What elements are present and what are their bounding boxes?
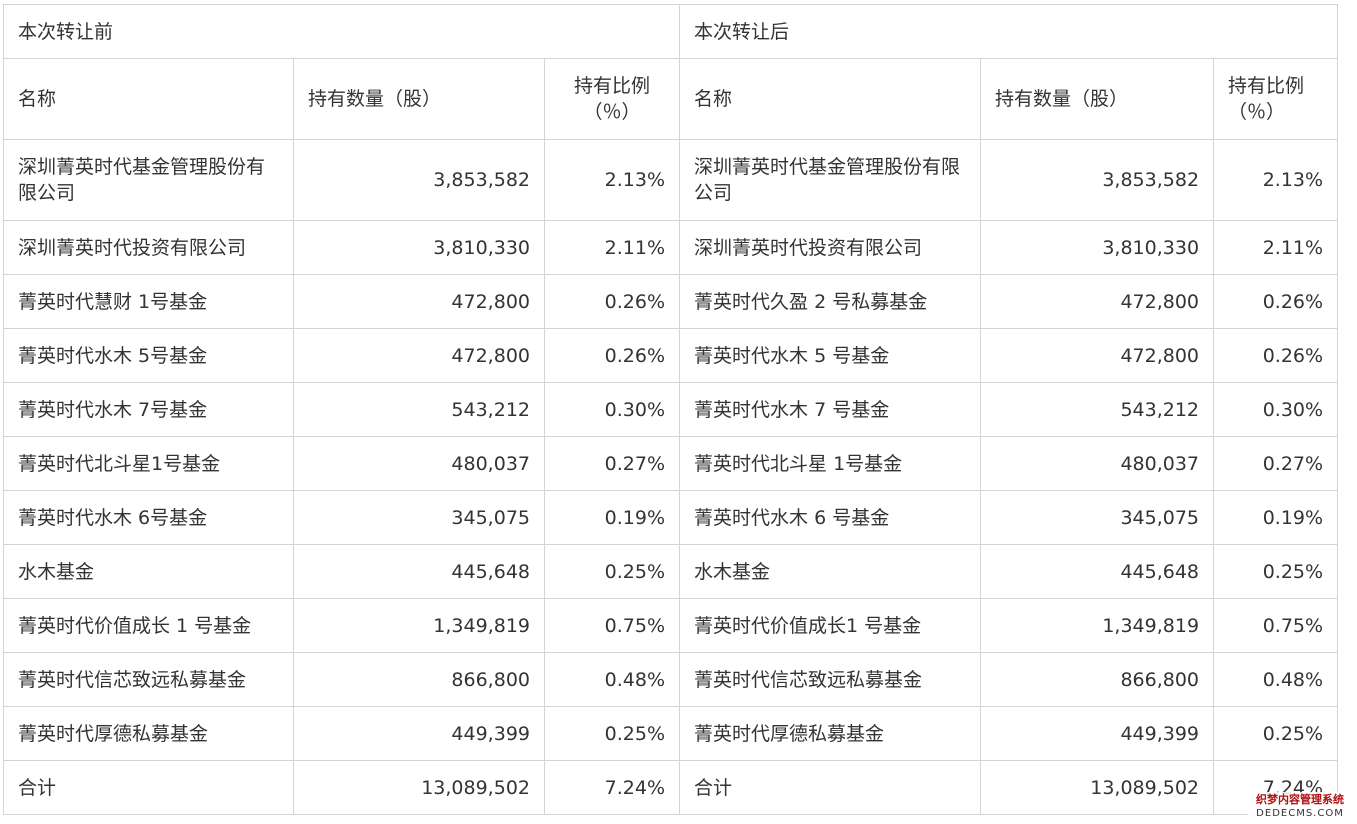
name-after-cell: 菁英时代久盈 2 号私募基金 bbox=[679, 274, 982, 329]
name-after-cell: 菁英时代水木 5 号基金 bbox=[679, 328, 982, 383]
ratio-after-cell: 0.27% bbox=[1213, 436, 1339, 491]
header-quantity-before: 持有数量（股） bbox=[293, 58, 545, 140]
quantity-before-cell: 1,349,819 bbox=[293, 598, 545, 653]
quantity-after-cell: 480,037 bbox=[980, 436, 1215, 491]
quantity-before-cell: 345,075 bbox=[293, 490, 545, 545]
quantity-before-cell: 449,399 bbox=[293, 706, 545, 761]
ratio-after-cell: 0.25% bbox=[1213, 706, 1339, 761]
ratio-after-cell: 0.25% bbox=[1213, 544, 1339, 599]
table-row: 水木基金 445,648 0.25% 水木基金 445,648 0.25% bbox=[3, 544, 1339, 599]
ratio-before-cell: 0.27% bbox=[543, 436, 681, 491]
quantity-after-cell: 472,800 bbox=[980, 328, 1215, 383]
table-row: 菁英时代厚德私募基金 449,399 0.25% 菁英时代厚德私募基金 449,… bbox=[3, 706, 1339, 761]
quantity-before-cell: 472,800 bbox=[293, 328, 545, 383]
group-before-header: 本次转让前 bbox=[2, 4, 681, 59]
quantity-before-cell: 480,037 bbox=[293, 436, 545, 491]
quantity-before-cell: 445,648 bbox=[293, 544, 545, 599]
table-row: 深圳菁英时代投资有限公司 3,810,330 2.11% 深圳菁英时代投资有限公… bbox=[3, 220, 1339, 275]
name-after-cell: 菁英时代北斗星 1号基金 bbox=[679, 436, 982, 491]
column-header-row: 名称 持有数量（股） 持有比例（％） 名称 持有数量（股） 持有比例（％） bbox=[3, 58, 1339, 140]
name-after-cell: 菁英时代价值成长1 号基金 bbox=[679, 598, 982, 653]
name-before-cell: 菁英时代价值成长 1 号基金 bbox=[3, 598, 294, 653]
table-row: 菁英时代价值成长 1 号基金 1,349,819 0.75% 菁英时代价值成长1… bbox=[3, 598, 1339, 653]
ratio-after-cell: 0.26% bbox=[1213, 274, 1339, 329]
quantity-after-cell: 543,212 bbox=[980, 382, 1215, 437]
ratio-after-cell: 0.75% bbox=[1213, 598, 1339, 653]
name-before-cell: 水木基金 bbox=[3, 544, 294, 599]
name-after-cell: 菁英时代水木 6 号基金 bbox=[679, 490, 982, 545]
name-after-cell: 深圳菁英时代基金管理股份有限公司 bbox=[679, 139, 982, 221]
header-name-before: 名称 bbox=[3, 58, 294, 140]
shareholding-table: 本次转让前 本次转让后 名称 持有数量（股） 持有比例（％） 名称 持有数量（股… bbox=[2, 4, 1339, 815]
table-row: 菁英时代慧财 1号基金 472,800 0.26% 菁英时代久盈 2 号私募基金… bbox=[3, 274, 1339, 329]
total-quantity-after: 13,089,502 bbox=[980, 760, 1215, 815]
table-row: 菁英时代北斗星1号基金 480,037 0.27% 菁英时代北斗星 1号基金 4… bbox=[3, 436, 1339, 491]
ratio-before-cell: 0.25% bbox=[543, 706, 681, 761]
name-after-cell: 菁英时代水木 7 号基金 bbox=[679, 382, 982, 437]
header-ratio-after: 持有比例（％） bbox=[1213, 58, 1339, 140]
ratio-before-cell: 0.26% bbox=[543, 328, 681, 383]
site-watermark: 织梦内容管理系统 DEDECMS.COM bbox=[1248, 792, 1352, 822]
ratio-before-cell: 2.13% bbox=[543, 139, 681, 221]
table-row: 深圳菁英时代基金管理股份有限公司 3,853,582 2.13% 深圳菁英时代基… bbox=[3, 139, 1339, 221]
quantity-after-cell: 866,800 bbox=[980, 652, 1215, 707]
ratio-after-cell: 0.26% bbox=[1213, 328, 1339, 383]
quantity-after-cell: 3,810,330 bbox=[980, 220, 1215, 275]
total-label-before: 合计 bbox=[3, 760, 294, 815]
watermark-en-text: DEDECMS.COM bbox=[1256, 808, 1344, 819]
quantity-after-cell: 345,075 bbox=[980, 490, 1215, 545]
table-row: 菁英时代水木 7号基金 543,212 0.30% 菁英时代水木 7 号基金 5… bbox=[3, 382, 1339, 437]
quantity-before-cell: 866,800 bbox=[293, 652, 545, 707]
ratio-after-cell: 0.48% bbox=[1213, 652, 1339, 707]
quantity-after-cell: 472,800 bbox=[980, 274, 1215, 329]
quantity-after-cell: 1,349,819 bbox=[980, 598, 1215, 653]
ratio-before-cell: 0.19% bbox=[543, 490, 681, 545]
quantity-before-cell: 3,810,330 bbox=[293, 220, 545, 275]
watermark-cn-text: 织梦内容管理系统 bbox=[1256, 793, 1344, 806]
ratio-after-cell: 2.11% bbox=[1213, 220, 1339, 275]
name-before-cell: 菁英时代信芯致远私募基金 bbox=[3, 652, 294, 707]
name-before-cell: 菁英时代水木 7号基金 bbox=[3, 382, 294, 437]
quantity-after-cell: 445,648 bbox=[980, 544, 1215, 599]
ratio-before-cell: 2.11% bbox=[543, 220, 681, 275]
ratio-before-cell: 0.48% bbox=[543, 652, 681, 707]
group-after-header: 本次转让后 bbox=[679, 4, 1339, 59]
name-before-cell: 深圳菁英时代基金管理股份有限公司 bbox=[3, 139, 294, 221]
name-after-cell: 菁英时代信芯致远私募基金 bbox=[679, 652, 982, 707]
ratio-before-cell: 0.25% bbox=[543, 544, 681, 599]
name-before-cell: 菁英时代厚德私募基金 bbox=[3, 706, 294, 761]
name-before-cell: 深圳菁英时代投资有限公司 bbox=[3, 220, 294, 275]
ratio-after-cell: 0.19% bbox=[1213, 490, 1339, 545]
header-quantity-after: 持有数量（股） bbox=[980, 58, 1215, 140]
header-name-after: 名称 bbox=[679, 58, 982, 140]
ratio-after-cell: 2.13% bbox=[1213, 139, 1339, 221]
quantity-after-cell: 449,399 bbox=[980, 706, 1215, 761]
header-ratio-before: 持有比例（％） bbox=[543, 58, 681, 140]
ratio-before-cell: 0.26% bbox=[543, 274, 681, 329]
table-body: 本次转让前 本次转让后 名称 持有数量（股） 持有比例（％） 名称 持有数量（股… bbox=[2, 4, 1339, 815]
total-row: 合计 13,089,502 7.24% 合计 13,089,502 7.24% bbox=[3, 760, 1339, 815]
name-before-cell: 菁英时代水木 5号基金 bbox=[3, 328, 294, 383]
name-after-cell: 菁英时代厚德私募基金 bbox=[679, 706, 982, 761]
table-row: 菁英时代水木 5号基金 472,800 0.26% 菁英时代水木 5 号基金 4… bbox=[3, 328, 1339, 383]
total-quantity-before: 13,089,502 bbox=[293, 760, 545, 815]
total-ratio-before: 7.24% bbox=[543, 760, 681, 815]
ratio-before-cell: 0.75% bbox=[543, 598, 681, 653]
group-header-row: 本次转让前 本次转让后 bbox=[2, 4, 1339, 59]
name-before-cell: 菁英时代北斗星1号基金 bbox=[3, 436, 294, 491]
name-before-cell: 菁英时代慧财 1号基金 bbox=[3, 274, 294, 329]
quantity-before-cell: 543,212 bbox=[293, 382, 545, 437]
total-label-after: 合计 bbox=[679, 760, 982, 815]
quantity-after-cell: 3,853,582 bbox=[980, 139, 1215, 221]
name-after-cell: 水木基金 bbox=[679, 544, 982, 599]
quantity-before-cell: 3,853,582 bbox=[293, 139, 545, 221]
name-before-cell: 菁英时代水木 6号基金 bbox=[3, 490, 294, 545]
ratio-before-cell: 0.30% bbox=[543, 382, 681, 437]
table-row: 菁英时代水木 6号基金 345,075 0.19% 菁英时代水木 6 号基金 3… bbox=[3, 490, 1339, 545]
ratio-after-cell: 0.30% bbox=[1213, 382, 1339, 437]
table-row: 菁英时代信芯致远私募基金 866,800 0.48% 菁英时代信芯致远私募基金 … bbox=[3, 652, 1339, 707]
quantity-before-cell: 472,800 bbox=[293, 274, 545, 329]
name-after-cell: 深圳菁英时代投资有限公司 bbox=[679, 220, 982, 275]
